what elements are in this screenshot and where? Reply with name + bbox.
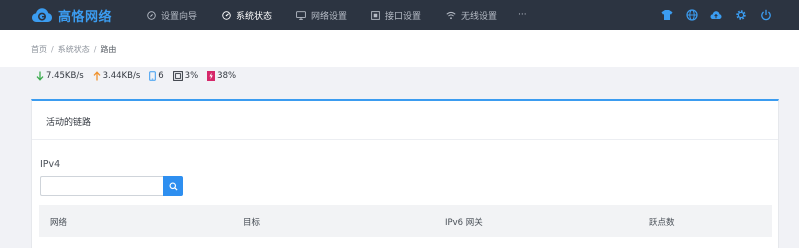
- search-icon: [168, 181, 178, 191]
- card-title: 活动的链路: [46, 118, 92, 128]
- power-icon[interactable]: [760, 9, 772, 21]
- column-header-network: 网络: [50, 218, 68, 228]
- breadcrumb: 首页 / 系统状态 / 路由: [31, 44, 116, 55]
- nav-item-label: 网络设置: [311, 11, 348, 22]
- brand-logo[interactable]: 高恪网络: [31, 6, 113, 25]
- memory-usage-value: 38%: [217, 71, 237, 81]
- breadcrumb-separator: /: [51, 45, 54, 54]
- device-count-value: 6: [158, 71, 164, 81]
- more-label: ···: [518, 10, 527, 20]
- ipv4-search-input[interactable]: [40, 176, 163, 196]
- nav-item-system-status[interactable]: 系统状态: [222, 0, 272, 30]
- memory-usage: 38%: [207, 71, 236, 81]
- device-count: 6: [149, 71, 164, 81]
- search-button[interactable]: [163, 176, 183, 196]
- breadcrumb-current: 路由: [100, 45, 117, 54]
- column-header-ipv6-gateway: IPv6 网关: [445, 218, 483, 228]
- wifi-icon: [446, 11, 461, 20]
- cloud-upload-icon[interactable]: [710, 9, 722, 21]
- column-header-metric: 跃点数: [649, 218, 675, 228]
- ipv4-label: IPv4: [40, 159, 61, 170]
- gauge-icon: [222, 10, 236, 20]
- globe-icon[interactable]: [686, 9, 698, 21]
- upload-rate: 3.44KB/s: [93, 71, 141, 81]
- compass-icon: [147, 10, 161, 20]
- top-navbar: 高恪网络 设置向导 系统状态 网络设置 接口设置 无线设置 ···: [0, 0, 799, 30]
- status-bar: 7.45KB/s 3.44KB/s 6 3% 38%: [36, 70, 245, 82]
- monitor-icon: [296, 10, 311, 20]
- arrow-up-icon: [93, 71, 103, 81]
- brand-name: 高恪网络: [58, 9, 113, 25]
- column-header-target: 目标: [243, 218, 261, 228]
- active-routes-card: 活动的链路 IPv4 网络 目标 IPv6 网关 跃点数: [31, 99, 779, 248]
- interface-icon: [371, 10, 385, 20]
- nav-item-label: 无线设置: [461, 11, 498, 22]
- download-rate: 7.45KB/s: [36, 71, 84, 81]
- nav-item-label: 设置向导: [161, 11, 198, 22]
- memory-icon: [207, 71, 217, 81]
- routes-table-header: 网络 目标 IPv6 网关 跃点数: [39, 205, 772, 237]
- download-value: 7.45KB/s: [46, 71, 84, 81]
- breadcrumb-bar: 首页 / 系统状态 / 路由: [0, 30, 799, 67]
- nav-item-setup-wizard[interactable]: 设置向导: [147, 0, 197, 30]
- cpu-usage: 3%: [172, 71, 199, 81]
- nav-item-label: 系统状态: [236, 11, 273, 22]
- mobile-device-icon: [149, 71, 158, 81]
- nav-item-label: 接口设置: [385, 11, 422, 22]
- cpu-icon: [172, 71, 185, 81]
- breadcrumb-system-status[interactable]: 系统状态: [58, 45, 90, 54]
- nav-more-menu[interactable]: ···: [518, 0, 527, 30]
- card-header: 活动的链路: [32, 101, 778, 140]
- gear-icon[interactable]: [735, 9, 747, 21]
- breadcrumb-home[interactable]: 首页: [31, 45, 47, 54]
- breadcrumb-separator: /: [93, 45, 97, 54]
- nav-item-network-settings[interactable]: 网络设置: [296, 0, 347, 30]
- upload-value: 3.44KB/s: [102, 71, 141, 81]
- cloud-logo-icon: [31, 7, 53, 23]
- tshirt-icon[interactable]: [661, 9, 673, 21]
- arrow-down-icon: [36, 71, 46, 81]
- nav-item-wireless-settings[interactable]: 无线设置: [446, 0, 497, 30]
- cpu-usage-value: 3%: [184, 71, 199, 81]
- nav-item-interface-settings[interactable]: 接口设置: [371, 0, 421, 30]
